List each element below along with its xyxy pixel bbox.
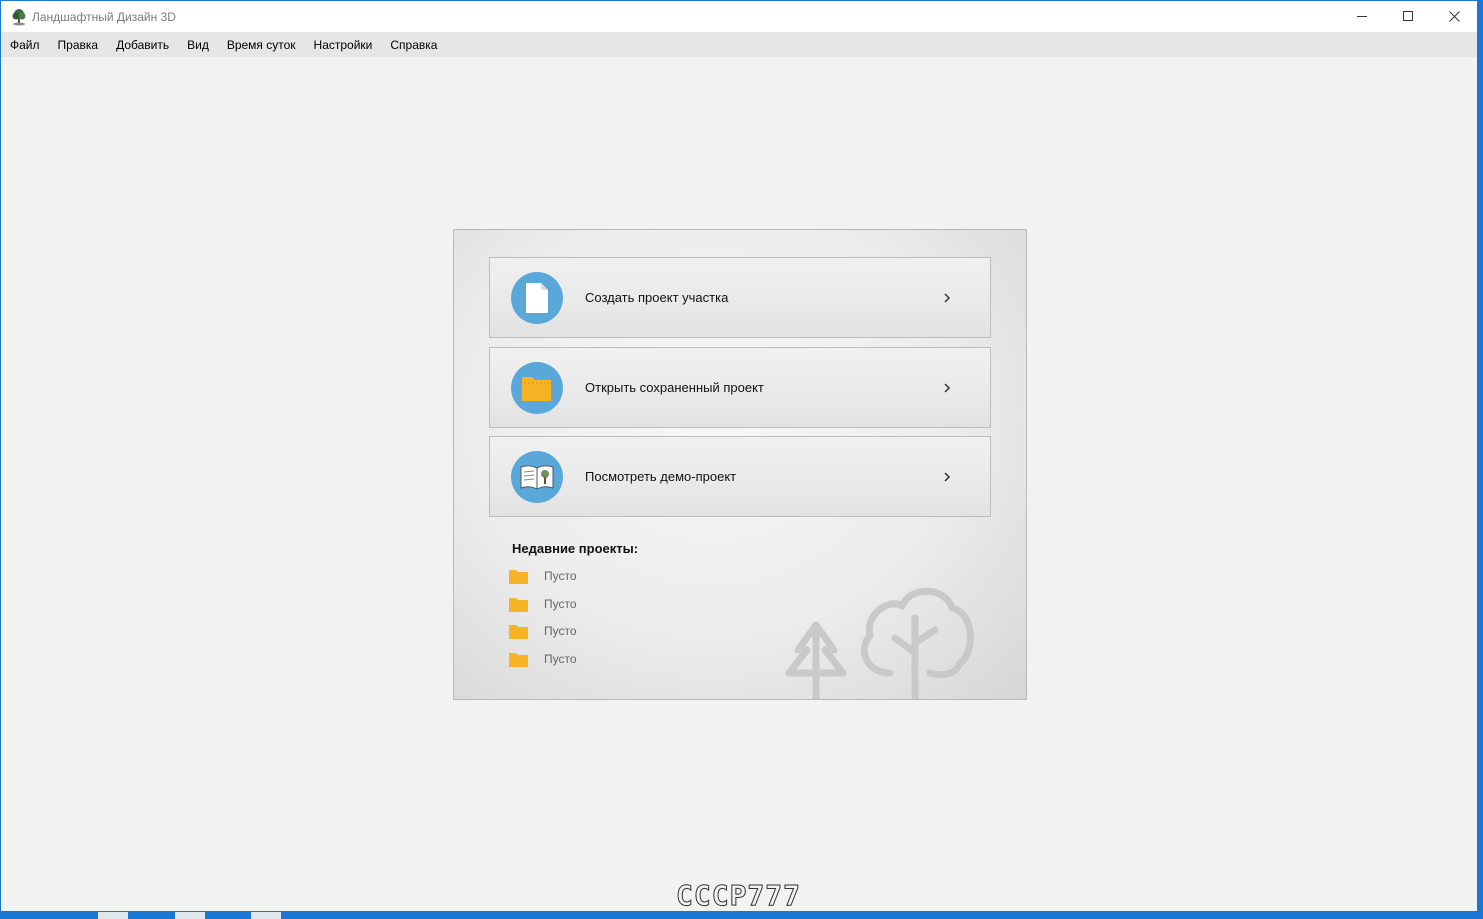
demo-project-label: Посмотреть демо-проект xyxy=(585,469,737,484)
start-panel: Создать проект участка Открыть сохраненн… xyxy=(453,229,1027,700)
recent-project-label: Пусто xyxy=(544,569,577,583)
new-document-icon xyxy=(526,282,548,313)
minimize-icon xyxy=(1356,16,1367,17)
open-project-icon-circle xyxy=(511,361,563,414)
app-window: Ландшафтный Дизайн 3D Файл Правка Добави… xyxy=(0,0,1478,912)
menu-time-of-day[interactable]: Время суток xyxy=(227,38,296,52)
menu-add[interactable]: Добавить xyxy=(116,38,169,52)
menu-bar: Файл Правка Добавить Вид Время суток Нас… xyxy=(1,32,1477,57)
taskbar-item[interactable] xyxy=(98,912,128,919)
taskbar-item[interactable] xyxy=(175,912,205,919)
taskbar-item[interactable] xyxy=(251,912,281,919)
recent-project-item[interactable]: Пусто xyxy=(509,650,577,668)
folder-icon xyxy=(509,624,528,639)
recent-project-item[interactable]: Пусто xyxy=(509,622,577,640)
menu-settings[interactable]: Настройки xyxy=(314,38,373,52)
recent-project-label: Пусто xyxy=(544,652,577,666)
window-title: Ландшафтный Дизайн 3D xyxy=(32,9,176,24)
demo-book-icon xyxy=(520,464,554,490)
create-project-button[interactable]: Создать проект участка xyxy=(489,257,991,338)
watermark-logo: СССР777 xyxy=(676,880,801,910)
open-folder-icon xyxy=(522,376,551,401)
recent-project-item[interactable]: Пусто xyxy=(509,595,577,613)
close-icon xyxy=(1448,11,1460,22)
create-project-icon-circle xyxy=(511,271,563,324)
recent-project-item[interactable]: Пусто xyxy=(509,567,577,585)
menu-help[interactable]: Справка xyxy=(390,38,437,52)
menu-edit[interactable]: Правка xyxy=(58,38,99,52)
minimize-button[interactable] xyxy=(1339,1,1385,32)
folder-icon xyxy=(509,569,528,584)
chevron-right-icon xyxy=(944,292,951,303)
watermark-text: СССР777 xyxy=(676,880,801,910)
recent-project-label: Пусто xyxy=(544,624,577,638)
folder-icon xyxy=(509,652,528,667)
demo-project-icon-circle xyxy=(511,450,563,503)
maximize-icon xyxy=(1402,11,1413,21)
trees-decoration-icon xyxy=(785,587,974,699)
title-bar[interactable]: Ландшафтный Дизайн 3D xyxy=(1,1,1477,32)
taskbar xyxy=(0,912,1483,919)
open-project-button[interactable]: Открыть сохраненный проект xyxy=(489,347,991,428)
chevron-right-icon xyxy=(944,382,951,393)
app-tree-icon xyxy=(12,8,26,25)
maximize-button[interactable] xyxy=(1385,1,1431,32)
folder-icon xyxy=(509,597,528,612)
chevron-right-icon xyxy=(944,471,951,482)
menu-view[interactable]: Вид xyxy=(187,38,209,52)
open-project-label: Открыть сохраненный проект xyxy=(585,380,764,395)
close-button[interactable] xyxy=(1431,1,1477,32)
demo-project-button[interactable]: Посмотреть демо-проект xyxy=(489,436,991,517)
recent-project-label: Пусто xyxy=(544,597,577,611)
recent-projects-title: Недавние проекты: xyxy=(512,541,639,556)
create-project-label: Создать проект участка xyxy=(585,290,729,305)
menu-file[interactable]: Файл xyxy=(10,38,40,52)
